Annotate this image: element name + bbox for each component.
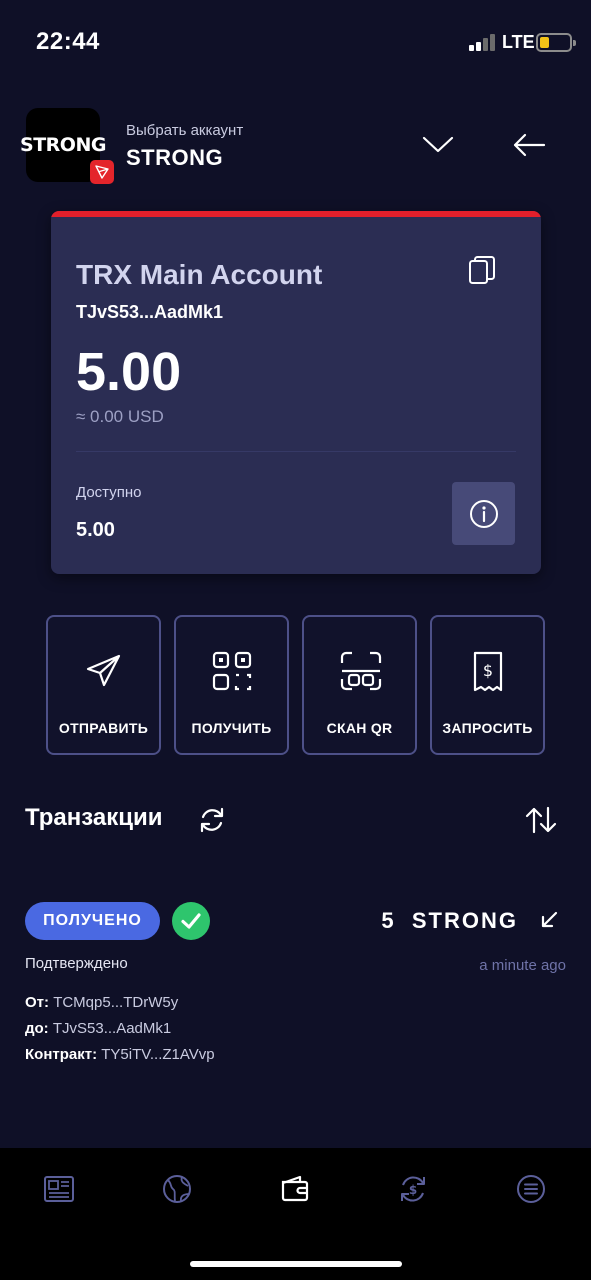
usd-value: ≈ 0.00 USD xyxy=(76,407,164,426)
balance-value: 5.00 xyxy=(76,342,182,402)
exchange-icon[interactable]: $ xyxy=(396,1172,430,1206)
transaction-amount: 5 STRONG xyxy=(381,908,518,933)
transactions-title: Транзакции xyxy=(25,804,163,831)
received-badge: ПОЛУЧЕНО xyxy=(25,902,160,940)
incoming-arrow-icon xyxy=(541,911,558,928)
account-logo[interactable]: STRONG xyxy=(20,108,106,182)
request-button[interactable]: $ ЗАПРОСИТЬ xyxy=(430,615,545,755)
tron-icon xyxy=(90,160,114,184)
transaction-contract: Контракт: TY5iTV...Z1AVvp xyxy=(25,1046,215,1063)
account-address: TJvS53...AadMk1 xyxy=(76,302,224,322)
status-time: 22:44 xyxy=(36,28,100,55)
qr-code-icon xyxy=(212,651,252,691)
request-label: ЗАПРОСИТЬ xyxy=(442,720,533,736)
to-label: до: xyxy=(25,1020,49,1037)
account-card: TRX Main Account TJvS53...AadMk1 5.00 ≈ … xyxy=(51,211,541,574)
menu-icon[interactable] xyxy=(514,1172,548,1206)
scan-qr-button[interactable]: СКАН QR xyxy=(302,615,417,755)
info-icon xyxy=(469,499,498,528)
send-label: ОТПРАВИТЬ xyxy=(58,720,149,736)
sort-icon[interactable] xyxy=(525,806,557,834)
send-button[interactable]: ОТПРАВИТЬ xyxy=(46,615,161,755)
transaction-from: От: TCMqp5...TDrW5y xyxy=(25,994,178,1011)
transaction-to: до: TJvS53...AadMk1 xyxy=(25,1020,171,1037)
send-icon xyxy=(86,654,121,687)
card-title: TRX Main Account xyxy=(76,259,323,290)
to-address[interactable]: TJvS53...AadMk1 xyxy=(53,1020,171,1037)
transaction-time: a minute ago xyxy=(479,957,566,974)
from-address[interactable]: TCMqp5...TDrW5y xyxy=(53,994,178,1011)
refresh-icon[interactable] xyxy=(198,806,226,834)
available-label: Доступно xyxy=(76,484,142,501)
confirmed-check-icon xyxy=(172,902,210,940)
globe-icon[interactable] xyxy=(160,1172,194,1206)
receive-button[interactable]: ПОЛУЧИТЬ xyxy=(174,615,289,755)
request-receipt-icon: $ xyxy=(473,651,503,692)
logo-text: STRONG xyxy=(20,134,106,156)
signal-strength-icon xyxy=(469,33,497,51)
network-type: LTE xyxy=(502,32,535,52)
svg-text:$: $ xyxy=(409,1183,417,1197)
from-label: От: xyxy=(25,994,50,1011)
home-indicator[interactable] xyxy=(190,1261,402,1267)
select-account-label[interactable]: Выбрать аккаунт xyxy=(126,122,243,139)
transaction-status: Подтверждено xyxy=(25,955,128,972)
info-button[interactable] xyxy=(452,482,515,545)
card-accent-bar xyxy=(51,211,541,217)
wallet-icon[interactable] xyxy=(278,1172,312,1206)
contract-label: Контракт: xyxy=(25,1046,98,1063)
news-icon[interactable] xyxy=(42,1172,76,1206)
scan-qr-label: СКАН QR xyxy=(326,720,393,736)
scan-qr-icon xyxy=(340,651,382,691)
copy-icon[interactable] xyxy=(467,255,497,287)
available-value: 5.00 xyxy=(76,519,115,541)
contract-address[interactable]: TY5iTV...Z1AVvp xyxy=(101,1046,214,1063)
receive-label: ПОЛУЧИТЬ xyxy=(191,720,272,736)
back-arrow-icon[interactable] xyxy=(512,132,546,158)
battery-icon xyxy=(536,33,576,52)
account-name[interactable]: STRONG xyxy=(126,145,223,171)
svg-text:$: $ xyxy=(483,661,493,680)
chevron-down-icon[interactable] xyxy=(422,134,454,156)
card-divider xyxy=(76,451,516,452)
